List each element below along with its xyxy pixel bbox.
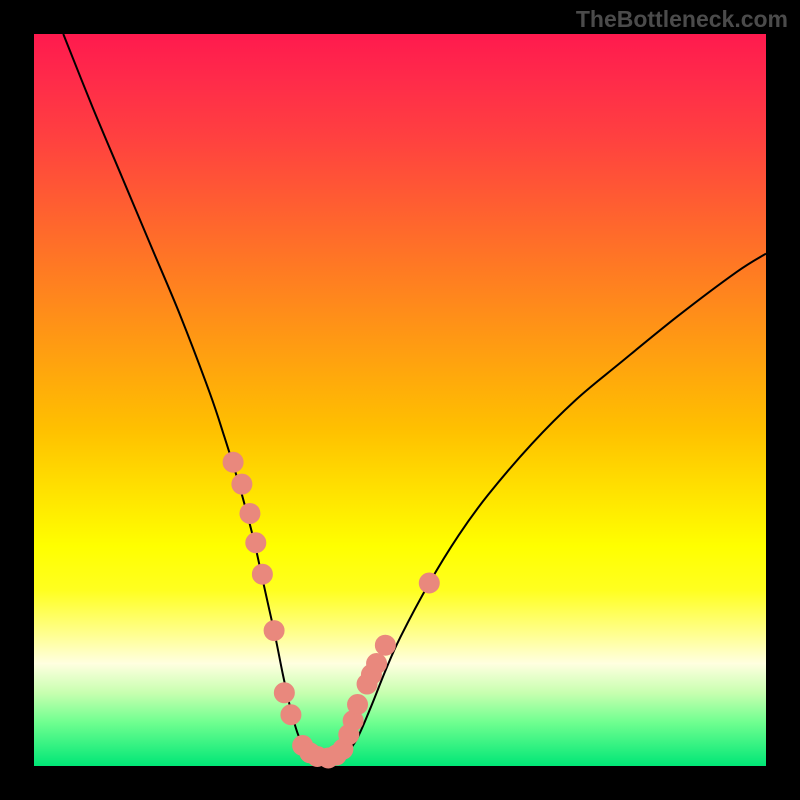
- marker-point: [281, 705, 301, 725]
- marker-point: [375, 635, 395, 655]
- marker-point: [274, 683, 294, 703]
- marker-point: [348, 695, 368, 715]
- chart-overlay: [0, 0, 800, 800]
- marker-point: [240, 503, 260, 523]
- marker-point: [223, 452, 243, 472]
- bottleneck-curve: [63, 34, 766, 759]
- chart-frame: TheBottleneck.com: [0, 0, 800, 800]
- marker-point: [252, 564, 272, 584]
- marker-group: [223, 452, 439, 768]
- marker-point: [246, 533, 266, 553]
- marker-point: [264, 621, 284, 641]
- marker-point: [419, 573, 439, 593]
- marker-point: [232, 474, 252, 494]
- marker-point: [367, 654, 387, 674]
